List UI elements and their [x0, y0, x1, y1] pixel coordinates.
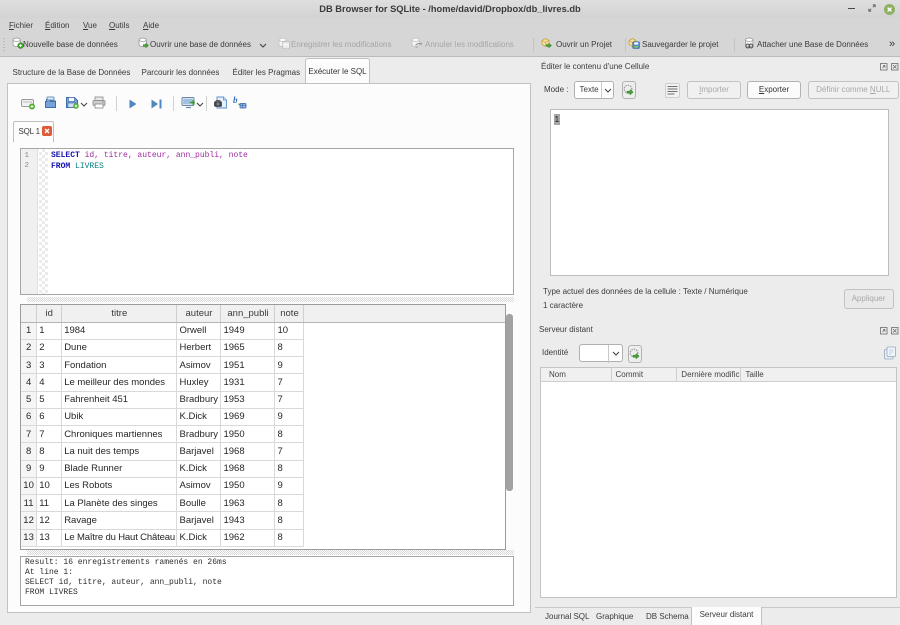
svg-text:b: b	[233, 95, 238, 105]
